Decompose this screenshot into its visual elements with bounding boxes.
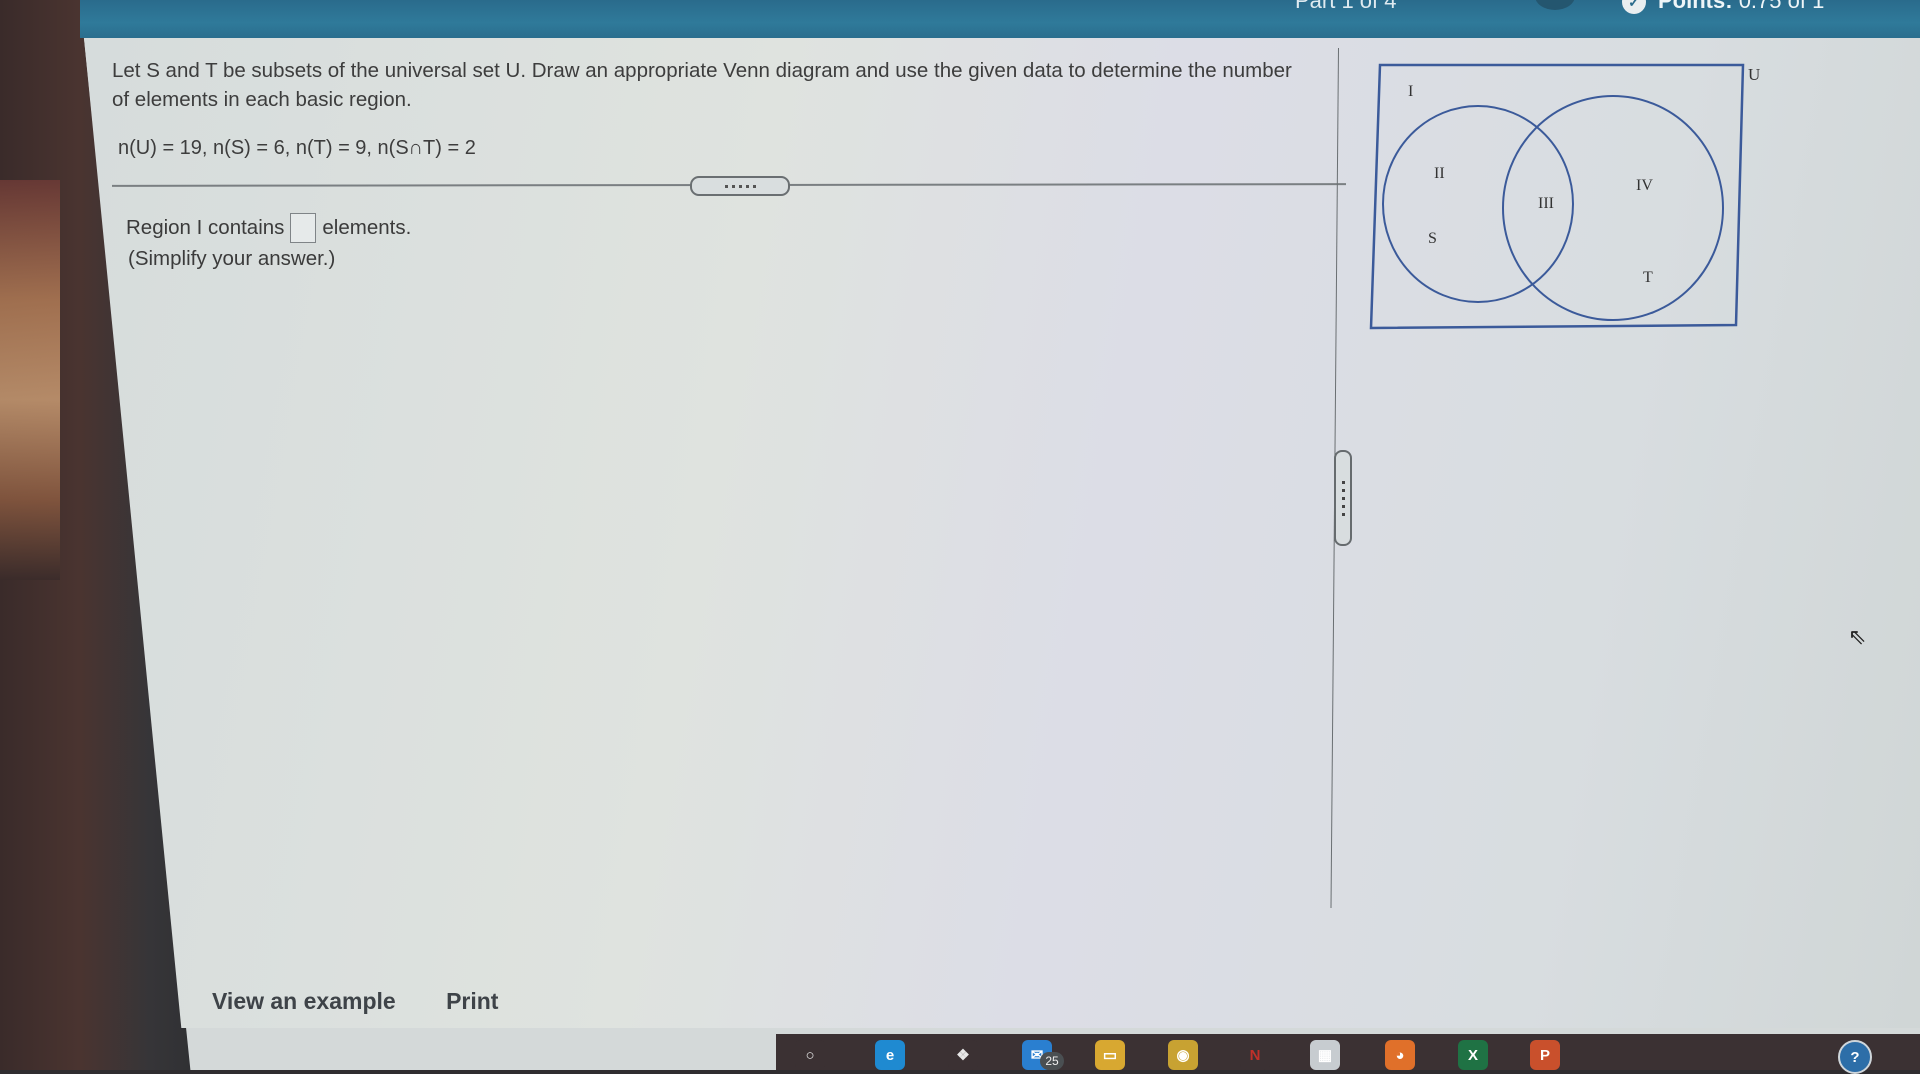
dropbox-icon[interactable]: ❖ [948, 1040, 978, 1070]
mail-badge: 25 [1040, 1052, 1064, 1070]
file-explorer-icon[interactable]: ▭ [1095, 1040, 1125, 1070]
answer-line: Region I contains elements. [126, 213, 411, 243]
given-data: n(U) = 19, n(S) = 6, n(T) = 9, n(S∩T) = … [118, 137, 476, 159]
excel-icon[interactable]: X [1458, 1040, 1488, 1070]
edge-icon[interactable]: e [875, 1040, 905, 1070]
question-prompt: Let S and T be subsets of the universal … [112, 59, 1292, 111]
print-link[interactable]: Print [446, 988, 498, 1014]
points-display: Points: 0.75 of 1 [1658, 0, 1824, 14]
store-icon[interactable]: ▦ [1310, 1040, 1340, 1070]
powerpoint-icon[interactable]: P [1530, 1040, 1560, 1070]
points-check-icon: ✓ [1622, 0, 1646, 14]
vertical-resize-handle[interactable] [1334, 450, 1352, 546]
region-i-answer-input[interactable] [290, 213, 317, 243]
background-reflection [0, 180, 60, 580]
answer-prefix: Region I contains [126, 216, 285, 239]
set-label-s: S [1428, 230, 1437, 247]
search-icon[interactable]: ○ [795, 1040, 825, 1070]
region-label-iv: IV [1636, 177, 1653, 194]
header-avatar-icon [1535, 0, 1575, 10]
set-label-t: T [1643, 269, 1653, 286]
chrome-icon[interactable]: ◉ [1168, 1040, 1198, 1070]
region-label-iii: III [1538, 195, 1554, 212]
divider-resize-handle[interactable] [690, 176, 790, 196]
region-label-i: I [1408, 83, 1413, 100]
netflix-icon[interactable]: N [1240, 1040, 1270, 1070]
universe-label: U [1748, 65, 1760, 84]
answer-hint: (Simplify your answer.) [128, 247, 336, 270]
set-t-circle [1502, 95, 1724, 321]
firefox-icon[interactable]: ◕ [1385, 1040, 1415, 1070]
venn-diagram: U I II S III IV T [1369, 63, 1760, 330]
help-icon[interactable]: ? [1838, 1040, 1872, 1074]
part-indicator: Part 1 of 4 [1295, 0, 1397, 13]
view-example-link[interactable]: View an example [212, 988, 396, 1014]
top-header-bar: Part 1 of 4 ✓ Points: 0.75 of 1 [80, 0, 1920, 38]
region-label-ii: II [1434, 165, 1445, 182]
universe-rectangle [1369, 63, 1745, 330]
points-value: 0.75 of 1 [1738, 0, 1825, 13]
answer-suffix: elements. [322, 216, 412, 239]
mouse-cursor-icon: ⇖ [1848, 624, 1867, 649]
points-label: Points: [1658, 0, 1733, 13]
footer-links: View an example Print [212, 988, 542, 1015]
